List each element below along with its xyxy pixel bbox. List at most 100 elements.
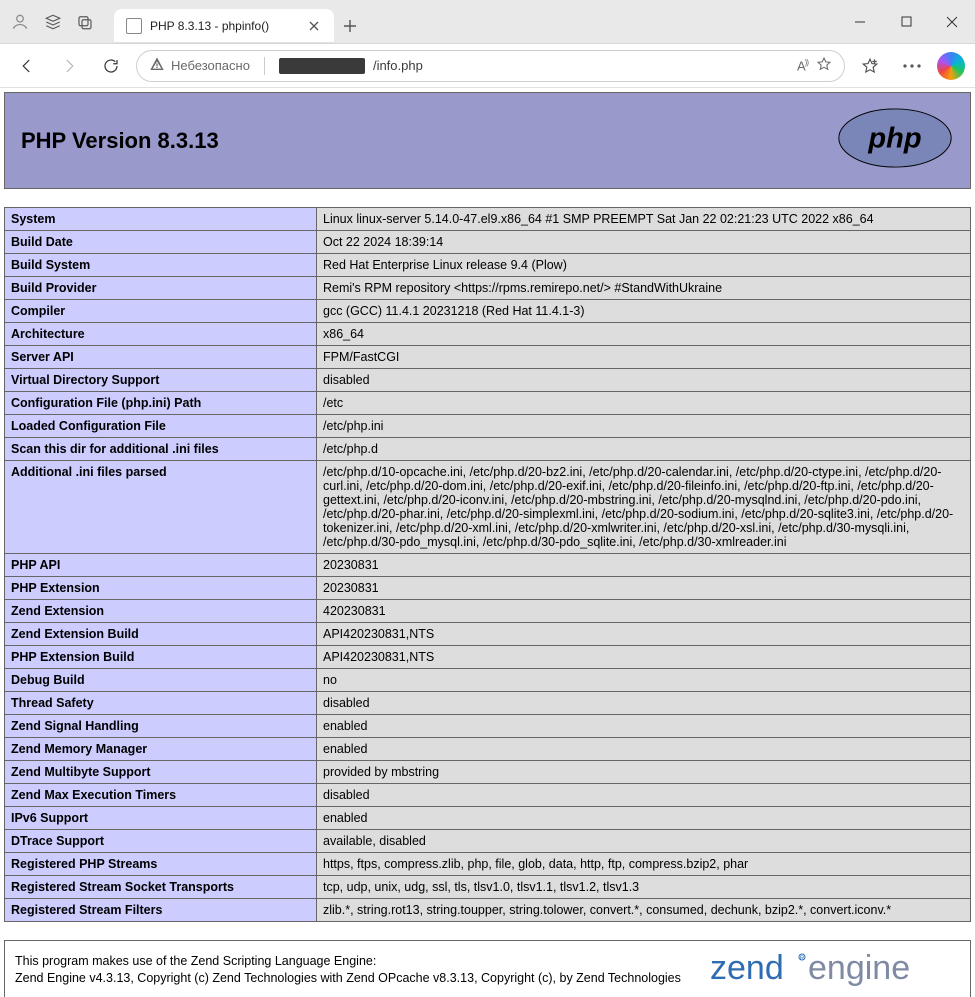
phpinfo-table: SystemLinux linux-server 5.14.0-47.el9.x… [4,207,971,922]
table-row: PHP Extension20230831 [5,577,971,600]
php-logo-icon: php [836,107,954,174]
tab-title: PHP 8.3.13 - phpinfo() [150,19,298,33]
svg-text:php: php [867,123,921,155]
row-key: System [5,208,317,231]
row-key: Thread Safety [5,692,317,715]
row-value: tcp, udp, unix, udg, ssl, tls, tlsv1.0, … [317,876,971,899]
row-value: disabled [317,784,971,807]
address-bar[interactable]: Небезопасно /info.php A)) [136,50,845,82]
row-key: Virtual Directory Support [5,369,317,392]
row-key: Zend Max Execution Timers [5,784,317,807]
row-value: Oct 22 2024 18:39:14 [317,231,971,254]
browser-tab[interactable]: PHP 8.3.13 - phpinfo() [114,9,334,43]
row-value: /etc/php.ini [317,415,971,438]
window-minimize-button[interactable] [837,0,883,43]
svg-text:zend: zend [710,949,784,987]
row-value: API420230831,NTS [317,623,971,646]
zend-line1: This program makes use of the Zend Scrip… [15,953,681,970]
row-value: enabled [317,738,971,761]
tab-actions-icon[interactable] [76,13,94,31]
row-key: DTrace Support [5,830,317,853]
row-key: Zend Multibyte Support [5,761,317,784]
row-key: Loaded Configuration File [5,415,317,438]
address-host-redacted [279,58,365,74]
row-key: Zend Extension Build [5,623,317,646]
table-row: Loaded Configuration File/etc/php.ini [5,415,971,438]
row-key: Compiler [5,300,317,323]
row-value: enabled [317,807,971,830]
zend-logo-icon: zend R engine [710,947,960,992]
table-row: Build DateOct 22 2024 18:39:14 [5,231,971,254]
tab-close-button[interactable] [306,18,322,34]
not-secure-label: Небезопасно [171,58,250,73]
table-row: Additional .ini files parsed/etc/php.d/1… [5,461,971,554]
window-close-button[interactable] [929,0,975,43]
row-value: API420230831,NTS [317,646,971,669]
table-row: PHP API20230831 [5,554,971,577]
row-key: PHP Extension Build [5,646,317,669]
table-row: Compilergcc (GCC) 11.4.1 20231218 (Red H… [5,300,971,323]
read-aloud-icon[interactable]: A)) [797,58,808,73]
svg-text:R: R [800,956,805,962]
row-key: Zend Extension [5,600,317,623]
table-row: Build ProviderRemi's RPM repository <htt… [5,277,971,300]
svg-text:engine: engine [808,949,910,987]
refresh-button[interactable] [94,49,128,83]
zend-box: This program makes use of the Zend Scrip… [4,940,971,997]
page-favicon-icon [126,18,142,34]
row-key: Zend Signal Handling [5,715,317,738]
table-row: Server APIFPM/FastCGI [5,346,971,369]
page-title: PHP Version 8.3.13 [21,128,219,154]
table-row: Registered PHP Streamshttps, ftps, compr… [5,853,971,876]
table-row: Zend Extension BuildAPI420230831,NTS [5,623,971,646]
row-key: PHP API [5,554,317,577]
window-maximize-button[interactable] [883,0,929,43]
row-key: IPv6 Support [5,807,317,830]
zend-line2: Zend Engine v4.3.13, Copyright (c) Zend … [15,970,681,987]
table-row: Zend Extension420230831 [5,600,971,623]
row-value: https, ftps, compress.zlib, php, file, g… [317,853,971,876]
settings-more-button[interactable] [895,49,929,83]
row-value: Linux linux-server 5.14.0-47.el9.x86_64 … [317,208,971,231]
table-row: Build SystemRed Hat Enterprise Linux rel… [5,254,971,277]
table-row: IPv6 Supportenabled [5,807,971,830]
row-value: disabled [317,692,971,715]
table-row: DTrace Supportavailable, disabled [5,830,971,853]
row-value: /etc [317,392,971,415]
row-value: Red Hat Enterprise Linux release 9.4 (Pl… [317,254,971,277]
row-value: 420230831 [317,600,971,623]
php-header: PHP Version 8.3.13 php [4,92,971,189]
row-key: Build Provider [5,277,317,300]
row-key: Registered PHP Streams [5,853,317,876]
not-secure-icon [149,56,165,75]
address-separator [264,57,265,75]
row-key: Scan this dir for additional .ini files [5,438,317,461]
browser-toolbar: Небезопасно /info.php A)) [0,44,975,88]
row-value: 20230831 [317,577,971,600]
page-viewport[interactable]: PHP Version 8.3.13 php SystemLinux linux… [0,88,975,997]
profile-icon[interactable] [10,12,30,32]
row-value: x86_64 [317,323,971,346]
table-row: Zend Memory Managerenabled [5,738,971,761]
table-row: Architecturex86_64 [5,323,971,346]
table-row: PHP Extension BuildAPI420230831,NTS [5,646,971,669]
back-button[interactable] [10,49,44,83]
table-row: Virtual Directory Supportdisabled [5,369,971,392]
table-row: Zend Max Execution Timersdisabled [5,784,971,807]
new-tab-button[interactable] [334,9,366,43]
row-value: /etc/php.d [317,438,971,461]
row-value: 20230831 [317,554,971,577]
row-value: /etc/php.d/10-opcache.ini, /etc/php.d/20… [317,461,971,554]
row-value: gcc (GCC) 11.4.1 20231218 (Red Hat 11.4.… [317,300,971,323]
copilot-button[interactable] [937,52,965,80]
row-value: available, disabled [317,830,971,853]
phpinfo-page: PHP Version 8.3.13 php SystemLinux linux… [0,88,975,997]
favorites-button[interactable] [853,49,887,83]
row-key: Registered Stream Filters [5,899,317,922]
table-row: Zend Multibyte Supportprovided by mbstri… [5,761,971,784]
workspaces-icon[interactable] [44,13,62,31]
table-row: SystemLinux linux-server 5.14.0-47.el9.x… [5,208,971,231]
row-key: Registered Stream Socket Transports [5,876,317,899]
row-key: Configuration File (php.ini) Path [5,392,317,415]
favorite-star-icon[interactable] [816,56,832,75]
